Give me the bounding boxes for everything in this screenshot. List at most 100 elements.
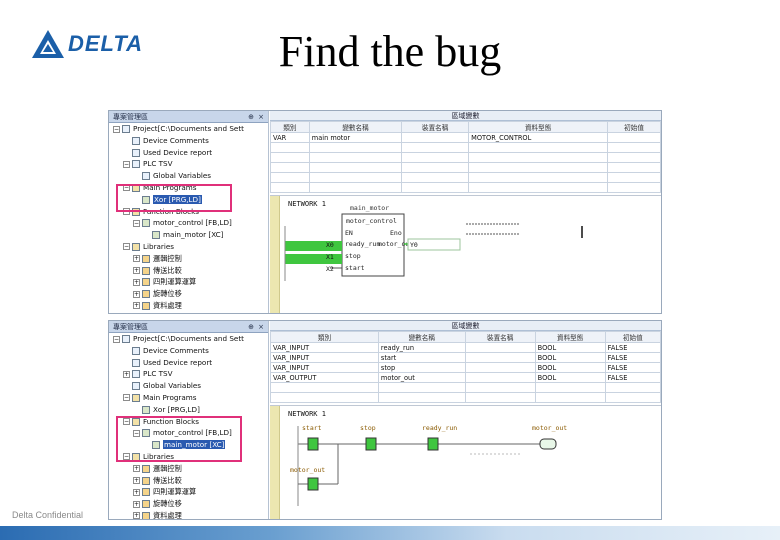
table-cell[interactable]: [607, 162, 661, 173]
tree-item[interactable]: + 邏輯控制: [109, 253, 268, 265]
tree-item[interactable]: Device Comments: [109, 345, 268, 357]
table-cell[interactable]: [464, 362, 536, 373]
table-cell[interactable]: [270, 142, 310, 153]
table-cell[interactable]: MOTOR_CONTROL: [468, 132, 609, 143]
table-row[interactable]: VAR main motor MOTOR_CONTROL: [270, 132, 661, 143]
table-row[interactable]: [270, 382, 661, 393]
column-header[interactable]: 初始值: [607, 121, 661, 133]
tree-item[interactable]: + 傳送比較: [109, 475, 268, 487]
tree-item[interactable]: + 邏輯控制: [109, 463, 268, 475]
table-cell[interactable]: [468, 162, 609, 173]
table-cell[interactable]: [270, 182, 310, 193]
table-cell[interactable]: [604, 392, 661, 403]
table-cell[interactable]: FALSE: [604, 352, 661, 363]
tree-item[interactable]: − Function Blocks: [109, 206, 268, 218]
table-cell[interactable]: BOOL: [534, 362, 606, 373]
table-cell[interactable]: [308, 142, 403, 153]
tree-item[interactable]: Xor [PRG,LD]: [109, 404, 268, 416]
column-header[interactable]: 裝置名稱: [401, 121, 470, 133]
column-header[interactable]: 資料型態: [468, 121, 609, 133]
table-cell[interactable]: VAR_INPUT: [270, 352, 379, 363]
expand-icon[interactable]: +: [133, 278, 140, 286]
table-cell[interactable]: [270, 392, 379, 403]
tree-item[interactable]: − motor_control [FB,LD]: [109, 217, 268, 229]
column-header[interactable]: 類別: [270, 331, 379, 343]
tree-item[interactable]: + 旋轉位移: [109, 288, 268, 300]
expand-icon[interactable]: +: [133, 500, 140, 508]
tree-item[interactable]: − Libraries: [109, 451, 268, 463]
table-row[interactable]: VAR_OUTPUT motor_out BOOL FALSE: [270, 372, 661, 383]
table-cell[interactable]: [464, 352, 536, 363]
table-cell[interactable]: [270, 162, 310, 173]
tree-item[interactable]: main_motor [XC]: [109, 439, 268, 451]
expand-icon[interactable]: +: [133, 512, 140, 519]
table-cell[interactable]: [607, 172, 661, 183]
table-row[interactable]: [270, 152, 661, 163]
collapse-icon[interactable]: −: [123, 160, 130, 168]
tree-item[interactable]: − motor_control [FB,LD]: [109, 427, 268, 439]
column-header[interactable]: 初始值: [604, 331, 661, 343]
table-cell[interactable]: BOOL: [534, 352, 606, 363]
table-cell[interactable]: [604, 382, 661, 393]
table-cell[interactable]: [308, 162, 403, 173]
collapse-icon[interactable]: −: [123, 418, 130, 426]
collapse-icon[interactable]: −: [133, 429, 140, 437]
table-cell[interactable]: BOOL: [534, 372, 606, 383]
collapse-icon[interactable]: −: [123, 243, 130, 251]
table-cell[interactable]: [464, 372, 536, 383]
table-row[interactable]: VAR_INPUT ready_run BOOL FALSE: [270, 342, 661, 353]
tree-item[interactable]: + 資料處理: [109, 510, 268, 519]
table-row[interactable]: [270, 162, 661, 173]
column-header[interactable]: 變數名稱: [377, 331, 466, 343]
table-cell[interactable]: [607, 142, 661, 153]
close-icon[interactable]: ×: [258, 111, 264, 123]
table-cell[interactable]: FALSE: [604, 362, 661, 373]
tree-item[interactable]: − Main Programs: [109, 392, 268, 404]
collapse-icon[interactable]: −: [123, 394, 130, 402]
tree-item[interactable]: main_motor [XC]: [109, 229, 268, 241]
table-cell[interactable]: [377, 392, 466, 403]
tree-item[interactable]: − Project[C:\Documents and Sett: [109, 333, 268, 345]
tree-item[interactable]: − Project[C:\Documents and Sett: [109, 123, 268, 135]
table-cell[interactable]: [308, 172, 403, 183]
table-cell[interactable]: [270, 382, 379, 393]
expand-icon[interactable]: +: [133, 290, 140, 298]
column-header[interactable]: 資料型態: [534, 331, 606, 343]
tree-item[interactable]: + 四則運算運算: [109, 486, 268, 498]
tree-item[interactable]: − Function Blocks: [109, 416, 268, 428]
table-cell[interactable]: VAR: [270, 132, 310, 143]
table-cell[interactable]: [468, 182, 609, 193]
tree-item[interactable]: Device Comments: [109, 135, 268, 147]
table-cell[interactable]: VAR_INPUT: [270, 342, 379, 353]
table-cell[interactable]: [401, 152, 470, 163]
table-row[interactable]: [270, 392, 661, 403]
table-row[interactable]: [270, 182, 661, 193]
pin-icon[interactable]: ⊕: [248, 321, 254, 333]
collapse-icon[interactable]: −: [123, 453, 130, 461]
expand-icon[interactable]: +: [133, 488, 140, 496]
collapse-icon[interactable]: −: [133, 219, 140, 227]
tree-item[interactable]: − Main Programs: [109, 182, 268, 194]
table-cell[interactable]: [607, 152, 661, 163]
table-cell[interactable]: [464, 392, 536, 403]
tree-item[interactable]: Xor [PRG,LD]: [109, 194, 268, 206]
table-cell[interactable]: [308, 182, 403, 193]
collapse-icon[interactable]: −: [123, 208, 130, 216]
table-cell[interactable]: VAR_INPUT: [270, 362, 379, 373]
table-cell[interactable]: [534, 392, 606, 403]
table-cell[interactable]: [468, 152, 609, 163]
table-row[interactable]: [270, 142, 661, 153]
pin-icon[interactable]: ⊕: [248, 111, 254, 123]
expand-icon[interactable]: +: [133, 255, 140, 263]
table-cell[interactable]: [534, 382, 606, 393]
column-header[interactable]: 類別: [270, 121, 310, 133]
table-cell[interactable]: FALSE: [604, 372, 661, 383]
table-cell[interactable]: [401, 172, 470, 183]
tree-item[interactable]: + 四則運算運算: [109, 276, 268, 288]
expand-icon[interactable]: +: [133, 465, 140, 473]
expand-icon[interactable]: +: [123, 370, 130, 378]
table-cell[interactable]: [607, 132, 661, 143]
expand-icon[interactable]: +: [133, 302, 140, 310]
table-cell[interactable]: [401, 182, 470, 193]
table-cell[interactable]: [377, 382, 466, 393]
